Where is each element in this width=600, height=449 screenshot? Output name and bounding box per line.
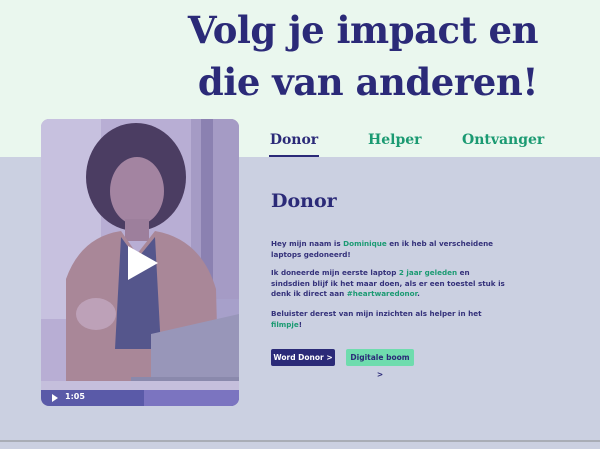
text-segment: ! [298,319,303,329]
text-segment: . [417,289,420,298]
tab-helper[interactable]: Helper [368,130,422,157]
word-donor-button[interactable]: Word Donor > [271,349,335,366]
text-segment: Hey mijn naam is [271,239,344,248]
cta-paragraph: Beluister derest van mijn inzichten als … [271,309,506,330]
digitale-boom-button[interactable]: Digitale boom > [346,349,414,379]
intro-paragraph: Hey mijn naam is Dominique en ik heb al … [271,239,506,260]
video-controls[interactable]: 1:05 [41,390,239,406]
text-segment: Ik doneerde mijn eerste laptop [271,268,399,277]
tab-donor[interactable]: Donor [269,130,319,157]
hashtag: #heartwaredonor [346,289,418,298]
tab-ontvanger[interactable]: Ontvanger [462,130,544,157]
page-headline: Volg je impact en die van anderen! [187,8,539,104]
video-link[interactable]: filmpje [271,320,299,329]
story-paragraph: Ik doneerde mijn eerste laptop 2 jaar ge… [271,268,506,300]
text-segment: Beluister derest van mijn inzichten als … [271,309,482,318]
video-time: 1:05 [65,392,85,401]
play-icon[interactable] [128,246,158,280]
highlight-duration: 2 jaar geleden [398,268,458,277]
video-player[interactable]: 1:05 [41,119,239,406]
section-divider [0,440,600,442]
control-play-icon[interactable] [52,394,58,402]
video-progress-bar[interactable] [144,390,239,406]
role-tabs: Donor Helper Ontvanger [269,130,569,157]
section-title: Donor [271,190,337,212]
highlight-name: Dominique [343,239,387,248]
